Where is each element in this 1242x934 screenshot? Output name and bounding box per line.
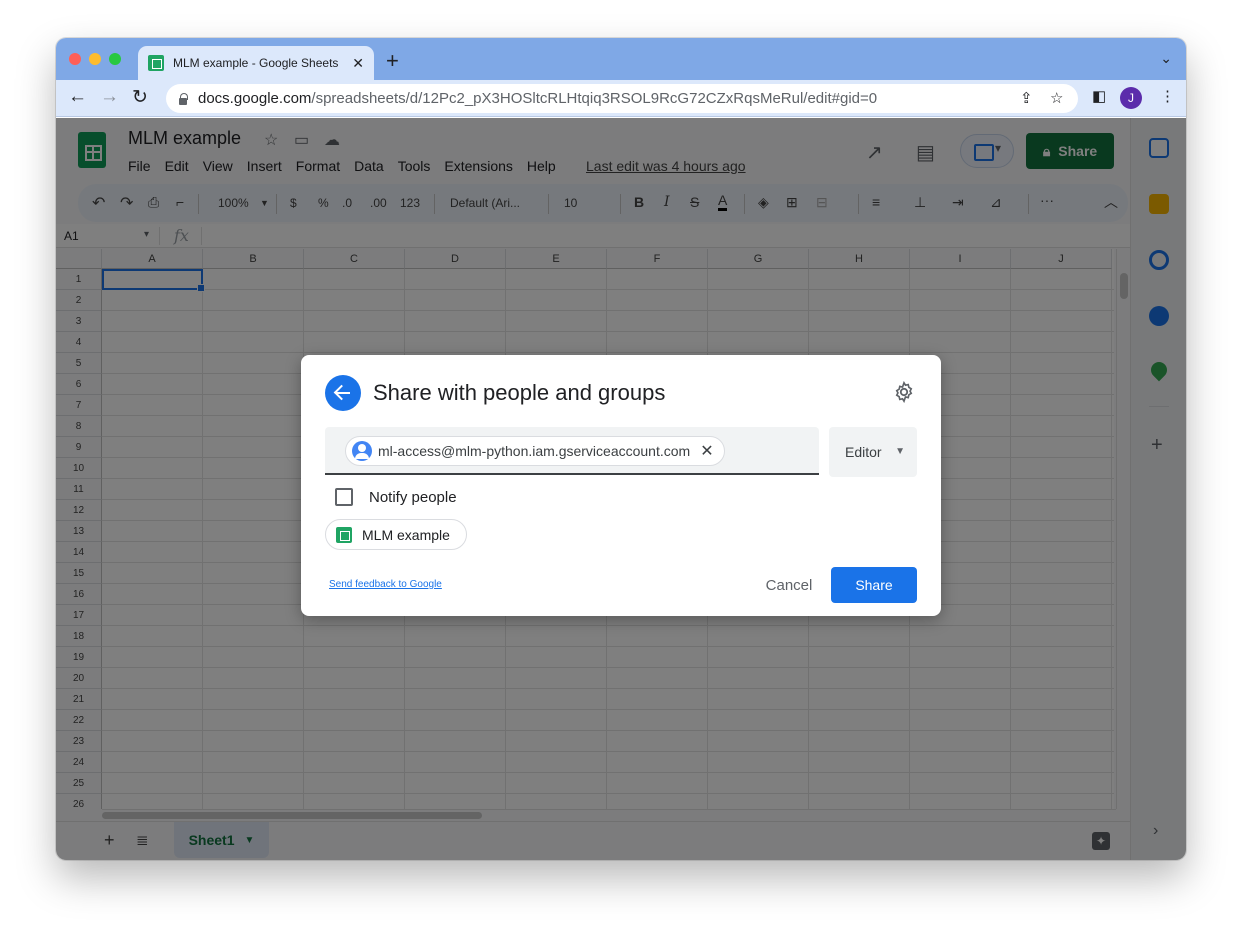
bookmark-star-icon[interactable]: ☆ (1050, 89, 1063, 107)
browser-tab[interactable]: MLM example - Google Sheets ✕ (138, 46, 374, 80)
browser-window: MLM example - Google Sheets ✕ + ⌄ ← → ↻ … (56, 38, 1186, 860)
cancel-button[interactable]: Cancel (753, 567, 825, 603)
file-chip[interactable]: MLM example (325, 519, 467, 550)
role-select[interactable]: Editor ▼ (829, 427, 917, 477)
sheets-file-icon (336, 526, 352, 543)
notify-row: Notify people (335, 488, 457, 506)
lock-icon (178, 92, 188, 105)
notify-checkbox[interactable] (335, 488, 353, 506)
new-tab-icon[interactable]: + (386, 48, 399, 74)
share-dialog: Share with people and groups ml-access@m… (301, 355, 941, 616)
dialog-title: Share with people and groups (373, 380, 666, 405)
reload-icon[interactable]: ↻ (132, 86, 148, 109)
url-path: /spreadsheets/d/12Pc2_pX3HOSltcRLHtqiq3R… (311, 90, 878, 107)
share-page-icon[interactable]: ⇪ (1020, 89, 1033, 107)
side-panel-icon[interactable]: ◧ (1092, 87, 1106, 105)
tab-title: MLM example - Google Sheets (173, 56, 339, 70)
minimize-window-button[interactable] (89, 53, 101, 65)
back-arrow-icon[interactable]: ← (68, 86, 87, 108)
tab-strip: MLM example - Google Sheets ✕ + ⌄ (56, 38, 1186, 80)
share-button[interactable]: Share (831, 567, 917, 603)
role-label: Editor (845, 444, 882, 460)
url-host: docs.google.com (198, 90, 312, 107)
profile-avatar[interactable]: J (1120, 87, 1142, 109)
forward-arrow-icon[interactable]: → (100, 86, 119, 108)
remove-recipient-icon[interactable]: ✕ (700, 441, 713, 461)
close-tab-icon[interactable]: ✕ (352, 55, 364, 72)
zoom-window-button[interactable] (109, 53, 121, 65)
file-name: MLM example (362, 526, 450, 543)
recipient-chip[interactable]: ml-access@mlm-python.iam.gserviceaccount… (345, 436, 725, 466)
recipient-email: ml-access@mlm-python.iam.gserviceaccount… (378, 443, 691, 459)
browser-menu-icon[interactable]: ⋮ (1160, 87, 1175, 105)
tab-search-chevron-icon[interactable]: ⌄ (1160, 50, 1172, 67)
people-input-field[interactable]: ml-access@mlm-python.iam.gserviceaccount… (325, 427, 819, 475)
person-avatar-icon (352, 441, 372, 461)
browser-toolbar: ← → ↻ docs.google.com/spreadsheets/d/12P… (56, 80, 1186, 117)
send-feedback-link[interactable]: Send feedback to Google (329, 579, 442, 590)
settings-gear-icon[interactable] (893, 381, 915, 403)
close-window-button[interactable] (69, 53, 81, 65)
chevron-down-icon: ▼ (895, 446, 905, 457)
address-bar[interactable]: docs.google.com/spreadsheets/d/12Pc2_pX3… (166, 84, 1078, 113)
sheets-favicon-icon (148, 55, 164, 71)
back-arrow-icon[interactable] (325, 375, 361, 411)
notify-label[interactable]: Notify people (369, 489, 457, 506)
